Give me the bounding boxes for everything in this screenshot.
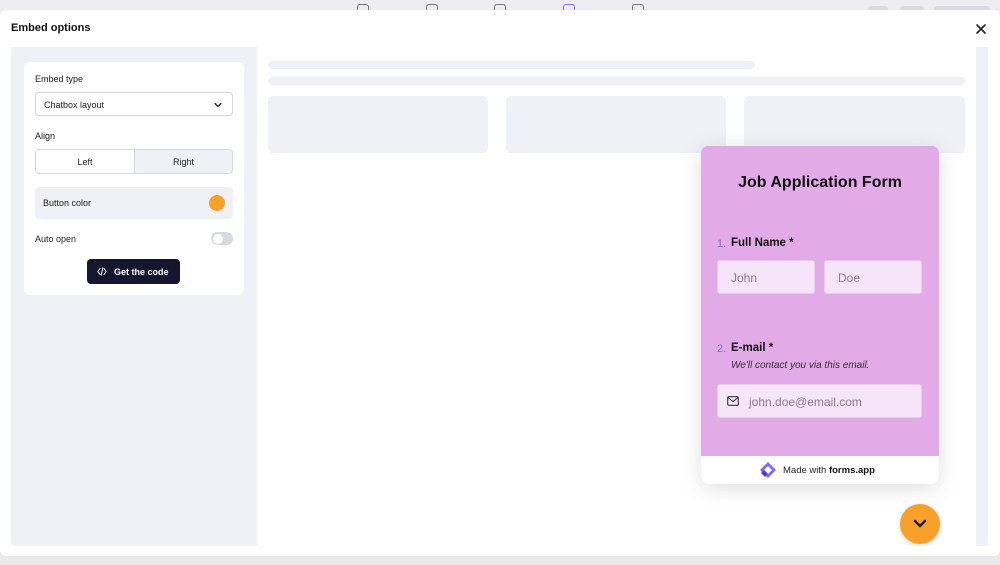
auto-open-label: Auto open <box>35 234 77 244</box>
align-segmented-control: Left Right <box>35 149 233 174</box>
forms-app-logo-icon <box>760 462 776 478</box>
chatbox-toggle-button[interactable] <box>900 504 940 544</box>
align-right-option[interactable]: Right <box>134 150 232 173</box>
code-icon <box>97 267 107 276</box>
chevron-down-icon <box>214 102 222 108</box>
mail-icon <box>727 396 739 406</box>
last-name-input[interactable]: Doe <box>824 260 922 294</box>
chatbox-form-widget: Job Application Form 1. Full Name * John… <box>701 146 939 484</box>
form-footer[interactable]: Made with forms.app <box>701 456 939 484</box>
question-label-email: E-mail * <box>731 342 774 354</box>
auto-open-toggle[interactable] <box>211 232 233 245</box>
skeleton-line <box>268 61 755 69</box>
color-swatch[interactable] <box>209 195 225 211</box>
form-title: Job Application Form <box>738 174 902 191</box>
question-hint: We'll contact you via this email. <box>731 360 870 371</box>
get-code-button[interactable]: Get the code <box>87 259 180 284</box>
first-name-input[interactable]: John <box>717 260 815 294</box>
email-placeholder: john.doe@email.com <box>749 395 862 409</box>
email-input[interactable]: john.doe@email.com <box>717 384 922 418</box>
modal-title: Embed options <box>11 22 91 34</box>
brand-name: forms.app <box>828 465 875 476</box>
button-color-row[interactable]: Button color <box>35 187 233 219</box>
settings-sidebar: Embed type Chatbox layout Align Left Rig… <box>11 47 257 546</box>
skeleton-line <box>268 77 965 85</box>
skeleton-card <box>744 96 965 153</box>
embed-options-modal: Embed options Embed type Chatbox layout … <box>0 10 1000 556</box>
button-color-label: Button color <box>43 198 92 208</box>
close-button[interactable] <box>974 22 988 36</box>
embed-preview: Job Application Form 1. Full Name * John… <box>257 47 988 546</box>
skeleton-card <box>268 96 488 153</box>
skeleton-card <box>506 96 726 153</box>
align-label: Align <box>35 131 56 141</box>
made-with-text: Made with forms.app <box>783 465 875 476</box>
embed-type-select[interactable]: Chatbox layout <box>35 92 233 116</box>
settings-panel: Embed type Chatbox layout Align Left Rig… <box>24 62 244 295</box>
question-label-full-name: Full Name * <box>731 237 794 249</box>
question-number: 2. <box>717 343 727 355</box>
align-left-option[interactable]: Left <box>36 150 134 173</box>
question-number: 1. <box>717 238 727 250</box>
embed-type-label: Embed type <box>35 74 84 84</box>
close-icon <box>976 24 986 34</box>
preview-scroll-gutter <box>976 47 988 546</box>
embed-type-value: Chatbox layout <box>44 100 105 110</box>
get-code-label: Get the code <box>114 267 169 277</box>
chevron-down-icon <box>913 519 927 528</box>
